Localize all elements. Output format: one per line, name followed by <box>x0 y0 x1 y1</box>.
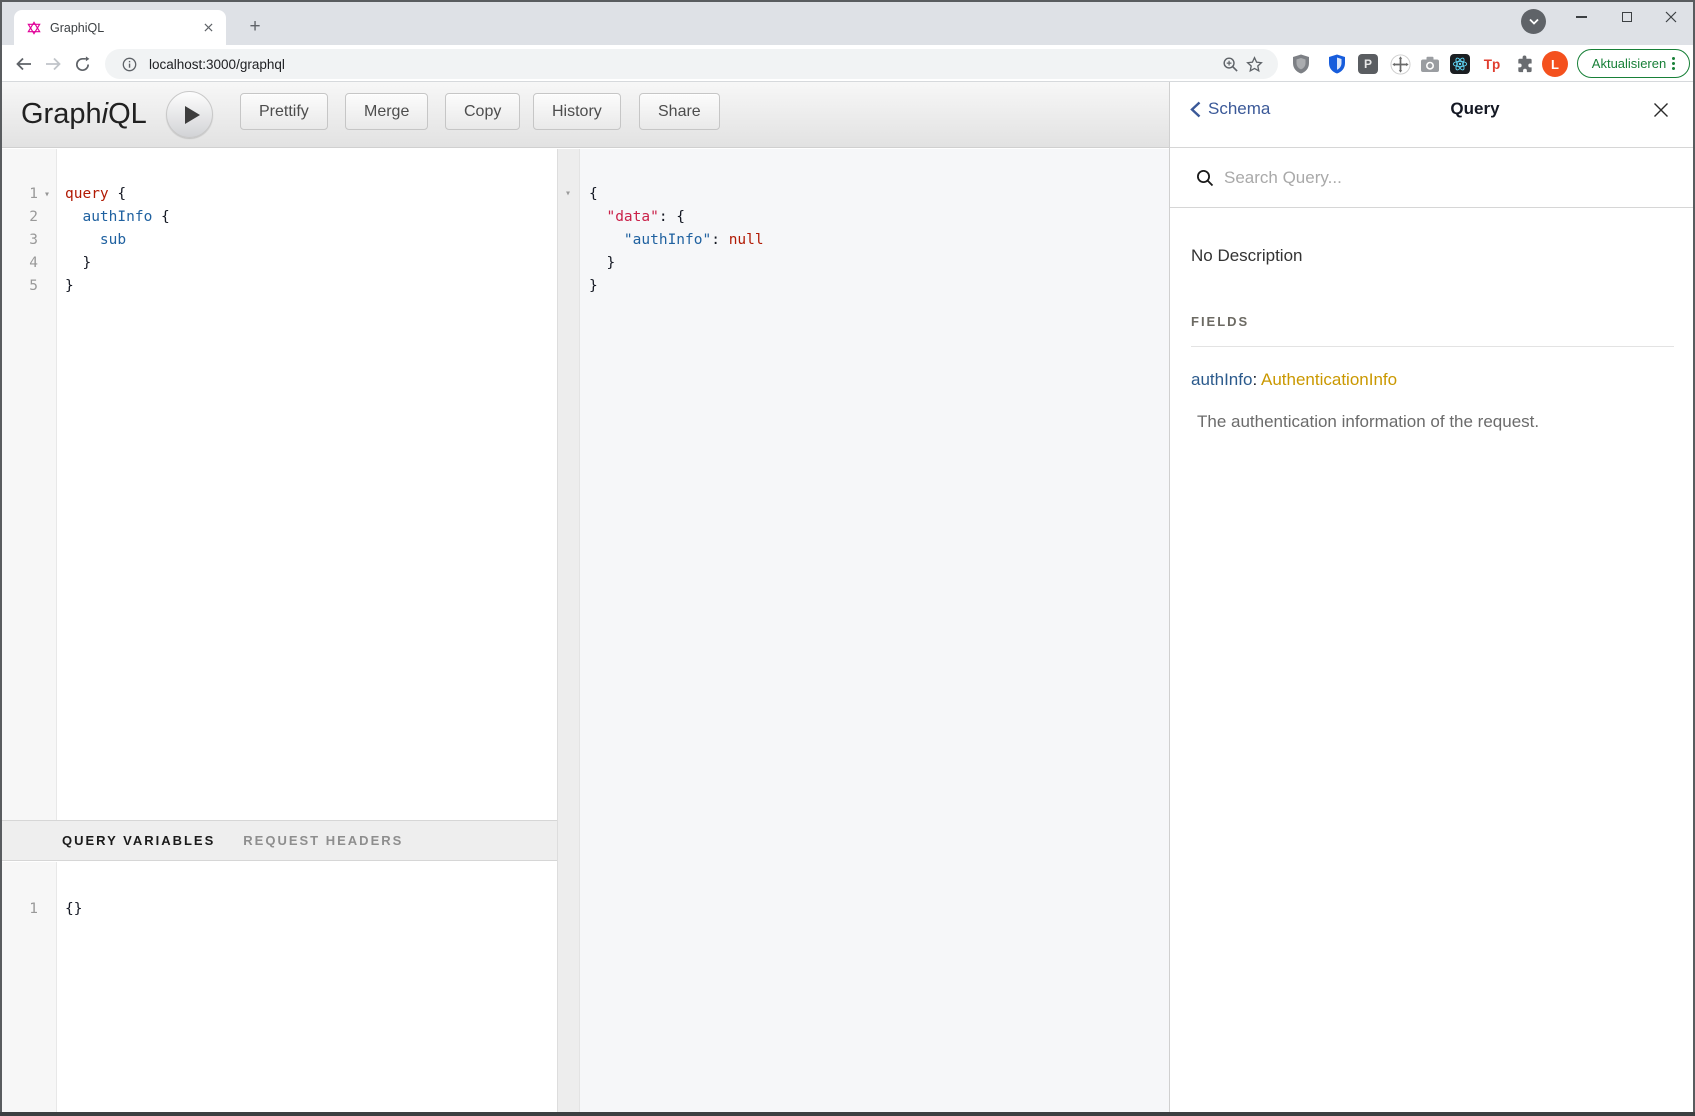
back-button[interactable] <box>11 51 37 77</box>
line-number: 1 <box>0 898 38 921</box>
window-border-bottom <box>0 1112 1695 1116</box>
query-variables-editor[interactable]: 1 {} <box>0 862 557 1112</box>
doc-explorer: Schema Query No Description FIELDS authI… <box>1169 82 1695 1112</box>
secondary-editor-tabs: QUERY VARIABLES REQUEST HEADERS <box>0 820 557 861</box>
arrow-right-icon <box>44 55 62 73</box>
doc-back-label: Schema <box>1208 99 1270 119</box>
kebab-menu-icon <box>1672 57 1675 70</box>
reload-button[interactable] <box>69 51 95 77</box>
window-minimize-button[interactable] <box>1558 2 1604 32</box>
field-description: The authentication information of the re… <box>1197 412 1674 432</box>
graphql-favicon-icon <box>26 20 42 36</box>
search-icon <box>1196 169 1214 187</box>
doc-explorer-header: Schema Query <box>1170 82 1695 148</box>
window-border-left <box>0 0 2 1116</box>
doc-close-button[interactable] <box>1650 99 1672 121</box>
forward-button[interactable] <box>40 51 66 77</box>
graphiql-logo: GraphiQL <box>21 82 147 147</box>
play-icon <box>185 106 200 124</box>
merge-button[interactable]: Merge <box>345 93 428 130</box>
extensions-puzzle-icon[interactable] <box>1513 53 1535 75</box>
result-viewer[interactable]: ▾ { "data": { "authInfo": null } } <box>580 149 1169 1112</box>
line-number: 4 <box>0 252 38 275</box>
camera-extension-icon[interactable] <box>1419 53 1441 75</box>
tp-extension-icon[interactable]: Tp <box>1481 53 1503 75</box>
zoom-page-icon[interactable] <box>1218 52 1242 76</box>
graphiql-toolbar: GraphiQL Prettify Merge Copy History Sha… <box>0 82 1169 148</box>
update-page-action-button[interactable]: Aktualisieren <box>1577 49 1690 78</box>
variables-editor-gutter: 1 <box>0 862 57 1112</box>
tab-title: GraphiQL <box>50 21 200 35</box>
window-close-button[interactable] <box>1648 2 1694 32</box>
minimize-icon <box>1576 16 1587 18</box>
execute-query-button[interactable] <box>166 91 213 138</box>
prettify-button[interactable]: Prettify <box>240 93 328 130</box>
close-icon <box>1653 102 1669 118</box>
line-number: 3 <box>0 229 38 252</box>
doc-search-row <box>1170 148 1695 208</box>
reload-icon <box>74 56 91 73</box>
field-row: authInfo: AuthenticationInfo <box>1191 370 1674 390</box>
tab-query-variables[interactable]: QUERY VARIABLES <box>62 833 215 848</box>
profile-avatar[interactable]: L <box>1542 51 1568 77</box>
url-text: localhost:3000/graphql <box>149 57 1218 72</box>
tab-close-icon[interactable] <box>200 20 216 36</box>
page-info-icon[interactable] <box>117 52 141 76</box>
doc-title: Query <box>1450 99 1499 119</box>
browser-window: GraphiQL + <box>0 0 1695 1116</box>
arrow-left-icon <box>15 55 33 73</box>
bookmark-star-icon[interactable] <box>1242 52 1266 76</box>
tab-request-headers[interactable]: REQUEST HEADERS <box>243 833 403 848</box>
line-number: 2 <box>0 206 38 229</box>
share-button[interactable]: Share <box>639 93 720 130</box>
copy-button[interactable]: Copy <box>445 93 520 130</box>
tab-strip: GraphiQL + <box>0 2 1695 45</box>
p-extension-icon[interactable]: P <box>1357 53 1379 75</box>
close-icon <box>1665 11 1677 23</box>
field-type-link[interactable]: AuthenticationInfo <box>1261 370 1397 389</box>
browser-toolbar: localhost:3000/graphql P <box>0 45 1695 82</box>
bitwarden-extension-icon[interactable] <box>1326 53 1348 75</box>
query-editor[interactable]: 1▾ 2 3 4 5 query { authInfo { sub } } <box>0 149 557 820</box>
line-number: 1 <box>0 183 38 206</box>
line-number: 5 <box>0 275 38 298</box>
browser-tab-graphiql[interactable]: GraphiQL <box>14 10 226 45</box>
fields-heading: FIELDS <box>1191 314 1674 347</box>
window-border-top <box>0 0 1695 2</box>
maximize-icon <box>1622 12 1632 22</box>
move-tool-extension-icon[interactable] <box>1389 53 1411 75</box>
type-description: No Description <box>1191 246 1674 266</box>
query-editor-gutter: 1▾ 2 3 4 5 <box>0 149 57 820</box>
update-label: Aktualisieren <box>1592 56 1666 71</box>
field-name-link[interactable]: authInfo <box>1191 370 1252 389</box>
variables-code[interactable]: {} <box>58 862 557 1112</box>
chevron-left-icon <box>1190 101 1201 118</box>
query-code[interactable]: query { authInfo { sub } } <box>58 149 557 820</box>
doc-explorer-content: No Description FIELDS authInfo: Authenti… <box>1170 208 1695 1112</box>
window-maximize-button[interactable] <box>1604 2 1650 32</box>
doc-search-input[interactable] <box>1224 168 1644 188</box>
address-bar[interactable]: localhost:3000/graphql <box>105 49 1278 79</box>
downloads-chevron-icon[interactable] <box>1521 9 1546 34</box>
editor-result-divider[interactable] <box>557 149 580 1112</box>
react-devtools-extension-icon[interactable] <box>1449 53 1471 75</box>
doc-back-link[interactable]: Schema <box>1190 99 1270 119</box>
fold-arrow-icon[interactable]: ▾ <box>565 185 571 203</box>
history-button[interactable]: History <box>533 93 621 130</box>
ublock-extension-icon[interactable] <box>1290 53 1312 75</box>
new-tab-button[interactable]: + <box>240 12 270 42</box>
fold-arrow-icon[interactable]: ▾ <box>38 183 56 206</box>
